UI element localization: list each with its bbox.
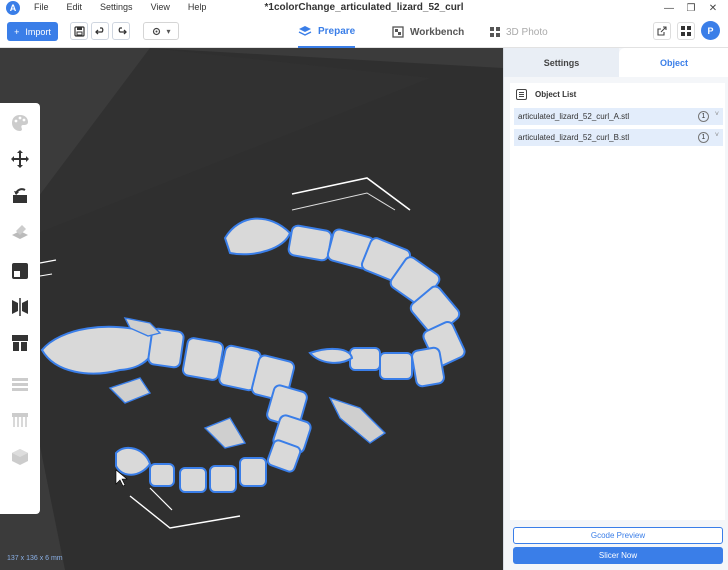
- mirror-tool[interactable]: [8, 295, 32, 319]
- apps-button[interactable]: [677, 21, 695, 40]
- menu-file[interactable]: File: [34, 2, 49, 12]
- redo-button[interactable]: [112, 22, 130, 40]
- chevron-down-icon[interactable]: ˅: [715, 132, 719, 139]
- rotate-tool[interactable]: [8, 183, 32, 207]
- layers-icon: [298, 26, 312, 36]
- minimize-icon[interactable]: —: [658, 1, 680, 15]
- menu-help[interactable]: Help: [188, 2, 207, 12]
- tab-workbench[interactable]: Workbench: [392, 16, 464, 48]
- move-icon: [11, 150, 29, 168]
- tab-prepare-label: Prepare: [318, 25, 356, 37]
- menu-settings[interactable]: Settings: [100, 2, 133, 12]
- list-item[interactable]: articulated_lizard_52_curl_A.stl 1 ˅: [514, 108, 723, 125]
- gcode-preview-button[interactable]: Gcode Preview: [513, 527, 723, 544]
- cube-icon: [12, 449, 28, 465]
- menu-edit[interactable]: Edit: [67, 2, 83, 12]
- object-list-header: Object List: [516, 89, 576, 100]
- plus-icon: +: [14, 26, 20, 37]
- import-button[interactable]: + Import: [7, 22, 58, 41]
- support-icon: [12, 413, 28, 427]
- object-count: 1: [698, 111, 709, 122]
- build-plate-scene: [0, 48, 503, 570]
- object-name: articulated_lizard_52_curl_A.stl: [518, 112, 630, 121]
- assembly-tool[interactable]: [8, 445, 32, 469]
- title-bar: A File Edit Settings View Help *1colorCh…: [0, 0, 728, 16]
- cube-view-icon: [153, 27, 161, 35]
- list-item[interactable]: articulated_lizard_52_curl_B.stl 1 ˅: [514, 129, 723, 146]
- toolbar-right: P: [653, 21, 720, 40]
- external-link-icon: [657, 25, 667, 36]
- tab-3d-photo-label: 3D Photo: [506, 26, 548, 38]
- view-selector[interactable]: ▾: [143, 22, 179, 40]
- arrange-tool[interactable]: [8, 259, 32, 283]
- palette-icon: [12, 115, 28, 131]
- paint-tool[interactable]: [8, 111, 32, 135]
- list-icon: [516, 89, 527, 100]
- mirror-icon: [12, 298, 28, 316]
- move-tool[interactable]: [8, 147, 32, 171]
- slice-now-button[interactable]: Slicer Now: [513, 547, 723, 564]
- chevron-down-icon[interactable]: ˅: [715, 111, 719, 118]
- undo-button[interactable]: [91, 22, 109, 40]
- import-label: Import: [25, 26, 51, 37]
- layer-tool[interactable]: [8, 371, 32, 395]
- model-dimensions: 137 x 136 x 6 mm: [7, 555, 63, 562]
- object-name: articulated_lizard_52_curl_B.stl: [518, 133, 630, 142]
- object-count: 1: [698, 132, 709, 143]
- place-on-face-tool[interactable]: [8, 219, 32, 243]
- arrange-icon: [12, 263, 28, 279]
- app-logo: A: [6, 1, 20, 15]
- chevron-down-icon: ▾: [166, 26, 171, 36]
- support-tool[interactable]: [8, 407, 32, 431]
- save-icon: [73, 25, 85, 37]
- object-list-title: Object List: [535, 90, 577, 99]
- menu-view[interactable]: View: [151, 2, 170, 12]
- right-panel: Settings Object Object List articulated_…: [503, 48, 728, 570]
- workbench-icon: [392, 26, 404, 38]
- tab-workbench-label: Workbench: [410, 26, 465, 38]
- cut-tool[interactable]: [8, 331, 32, 355]
- undo-icon: [94, 26, 103, 34]
- cut-icon: [12, 335, 28, 351]
- apps-icon: [681, 25, 691, 36]
- tab-object[interactable]: Object: [619, 48, 728, 77]
- avatar[interactable]: P: [701, 21, 720, 40]
- close-icon[interactable]: ✕: [702, 1, 724, 15]
- object-list: Object List articulated_lizard_52_curl_A…: [510, 83, 725, 520]
- panel-tabs: Settings Object: [504, 48, 728, 77]
- tab-prepare[interactable]: Prepare: [298, 16, 356, 48]
- window-controls: — ❐ ✕: [658, 1, 724, 15]
- rotate-icon: [13, 188, 27, 203]
- main-toolbar: + Import ▾ Prepare Workbench 3D Photo P: [0, 16, 728, 48]
- lay-flat-icon: [12, 225, 28, 239]
- 3d-viewport[interactable]: 137 x 136 x 6 mm: [0, 48, 503, 570]
- tab-settings[interactable]: Settings: [504, 48, 619, 77]
- redo-icon: [118, 26, 127, 34]
- restore-icon[interactable]: ❐: [680, 1, 702, 15]
- layers-stack-icon: [12, 378, 28, 391]
- grid-icon: [490, 27, 500, 37]
- save-button[interactable]: [70, 22, 88, 40]
- tab-3d-photo[interactable]: 3D Photo: [490, 16, 548, 48]
- export-button[interactable]: [653, 21, 671, 40]
- menu-bar: File Edit Settings View Help: [34, 2, 224, 12]
- left-toolbar: [0, 103, 40, 514]
